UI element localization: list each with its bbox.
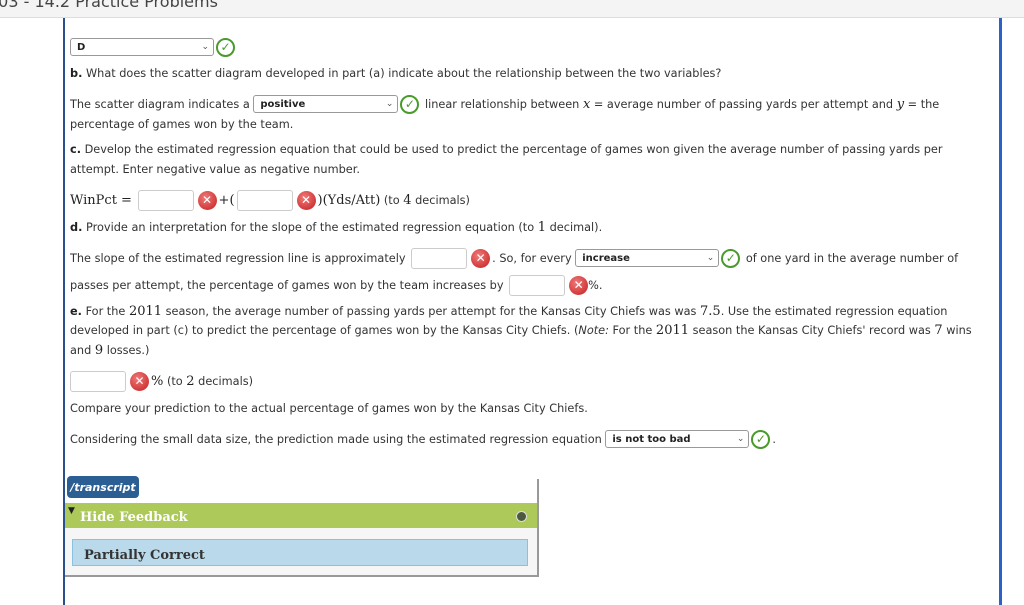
title-bar: 303 - 14.2 Practice Problems ⌃ [0, 0, 1024, 18]
part-e-text: season the Kansas City Chiefs' record wa… [692, 323, 931, 337]
incorrect-x-icon: ✕ [296, 190, 316, 210]
page-title: 303 - 14.2 Practice Problems [0, 0, 218, 11]
equation-lhs: WinPct = [70, 192, 132, 208]
assessment-selected: is not too bad [612, 433, 691, 445]
x-var: x [582, 96, 591, 112]
incorrect-x-icon: ✕ [569, 275, 589, 295]
part-d-text: . So, for every [492, 251, 572, 265]
part-a-selected: D [77, 41, 86, 53]
hint-number: 2 [186, 373, 195, 389]
period: . [772, 432, 776, 446]
compare-text: Compare your prediction to the actual pe… [70, 401, 588, 415]
part-e-text: and [70, 343, 92, 357]
part-d-question: decimal). [549, 220, 603, 234]
considering-text: Considering the small data size, the pre… [70, 432, 602, 446]
slope-approx-input[interactable] [411, 247, 468, 269]
part-e-text: For the [612, 323, 653, 337]
relationship-select[interactable]: positive ⌄ [253, 95, 399, 113]
part-d-text: The slope of the estimated regression li… [70, 251, 406, 265]
y-var: y [896, 96, 905, 112]
part-a-select[interactable]: D ⌄ [70, 38, 214, 56]
equation-plus: +( [218, 192, 235, 208]
part-d-label: d. [70, 220, 83, 234]
correct-check-icon: ✓ [216, 37, 235, 57]
assessment-select[interactable]: is not too bad ⌄ [605, 430, 750, 448]
content-right-border [999, 18, 1002, 605]
part-b-label: b. [70, 66, 83, 80]
year: 2011 [128, 303, 163, 319]
losses: 9 [94, 342, 104, 358]
year: 2011 [655, 322, 690, 338]
part-e-label: e. [70, 304, 82, 318]
part-b-text: = the [907, 97, 940, 111]
triangle-down-icon: ▼ [68, 506, 75, 516]
yds-value: 7.5 [700, 303, 721, 319]
incorrect-x-icon: ✕ [197, 190, 217, 210]
increase-input[interactable] [509, 274, 566, 296]
part-c-label: c. [70, 142, 81, 156]
chevron-down-icon: ⌄ [736, 434, 745, 444]
part-d-question: Provide an interpretation for the slope … [85, 220, 535, 234]
part-e-text: . Use the estimated regression equation [720, 304, 948, 318]
feedback-status: Partially Correct [84, 548, 205, 563]
part-e-text: wins [946, 323, 972, 337]
prediction-input[interactable] [70, 370, 126, 392]
part-b-text: The scatter diagram indicates a [70, 97, 250, 111]
intercept-input[interactable] [137, 189, 194, 211]
hint-text: decimals) [415, 193, 470, 207]
part-b-text: = average number of passing yards per at… [593, 97, 894, 111]
decimal-count: 1 [537, 219, 547, 235]
part-b-text: linear relationship between [424, 97, 580, 111]
part-e-text: For the [85, 304, 126, 318]
incorrect-x-icon: ✕ [130, 371, 149, 391]
direction-selected: increase [582, 252, 630, 264]
chevron-down-icon: ⌄ [385, 99, 394, 109]
part-c-question: attempt. Enter negative value as negativ… [70, 162, 360, 176]
correct-check-icon: ✓ [721, 248, 741, 268]
part-e-text: losses.) [106, 343, 150, 357]
hint-text: (to [166, 374, 183, 388]
transcript-button[interactable]: /transcript [67, 476, 139, 498]
note-label: Note: [578, 323, 609, 337]
wins: 7 [934, 322, 943, 338]
incorrect-x-icon: ✕ [471, 248, 491, 268]
hint-number: 4 [403, 192, 412, 208]
part-d-text: of one yard in the average number of [745, 251, 959, 265]
part-d-text: passes per attempt, the percentage of ga… [70, 278, 504, 292]
percent-sign: % [151, 373, 164, 389]
part-c-question: Develop the estimated regression equatio… [84, 142, 943, 156]
part-b-text: percentage of games won by the team. [70, 117, 294, 131]
feedback-status-box: Partially Correct [72, 539, 528, 566]
hint-text: decimals) [198, 374, 254, 388]
correct-check-icon: ✓ [751, 429, 771, 449]
correct-check-icon: ✓ [400, 94, 420, 114]
relationship-selected: positive [260, 98, 306, 110]
chevron-down-icon: ⌄ [201, 42, 209, 52]
hide-feedback-toggle[interactable]: ▼ Hide Feedback [65, 503, 537, 528]
equation-term: )(Yds/Att) [317, 192, 381, 208]
direction-select[interactable]: increase ⌄ [575, 249, 720, 267]
part-d-text: %. [588, 278, 603, 292]
hint-text: (to [383, 193, 400, 207]
part-b-question: What does the scatter diagram developed … [85, 66, 722, 80]
hide-feedback-label: Hide Feedback [80, 510, 188, 525]
part-e-text: developed in part (c) to predict the per… [70, 323, 579, 337]
chevron-down-icon: ⌄ [706, 253, 715, 263]
slope-input[interactable] [236, 189, 293, 211]
pencil-icon[interactable] [516, 511, 527, 522]
part-e-text: season, the average number of passing ya… [165, 304, 697, 318]
chevron-icon[interactable]: ⌃ [1008, 0, 1020, 10]
